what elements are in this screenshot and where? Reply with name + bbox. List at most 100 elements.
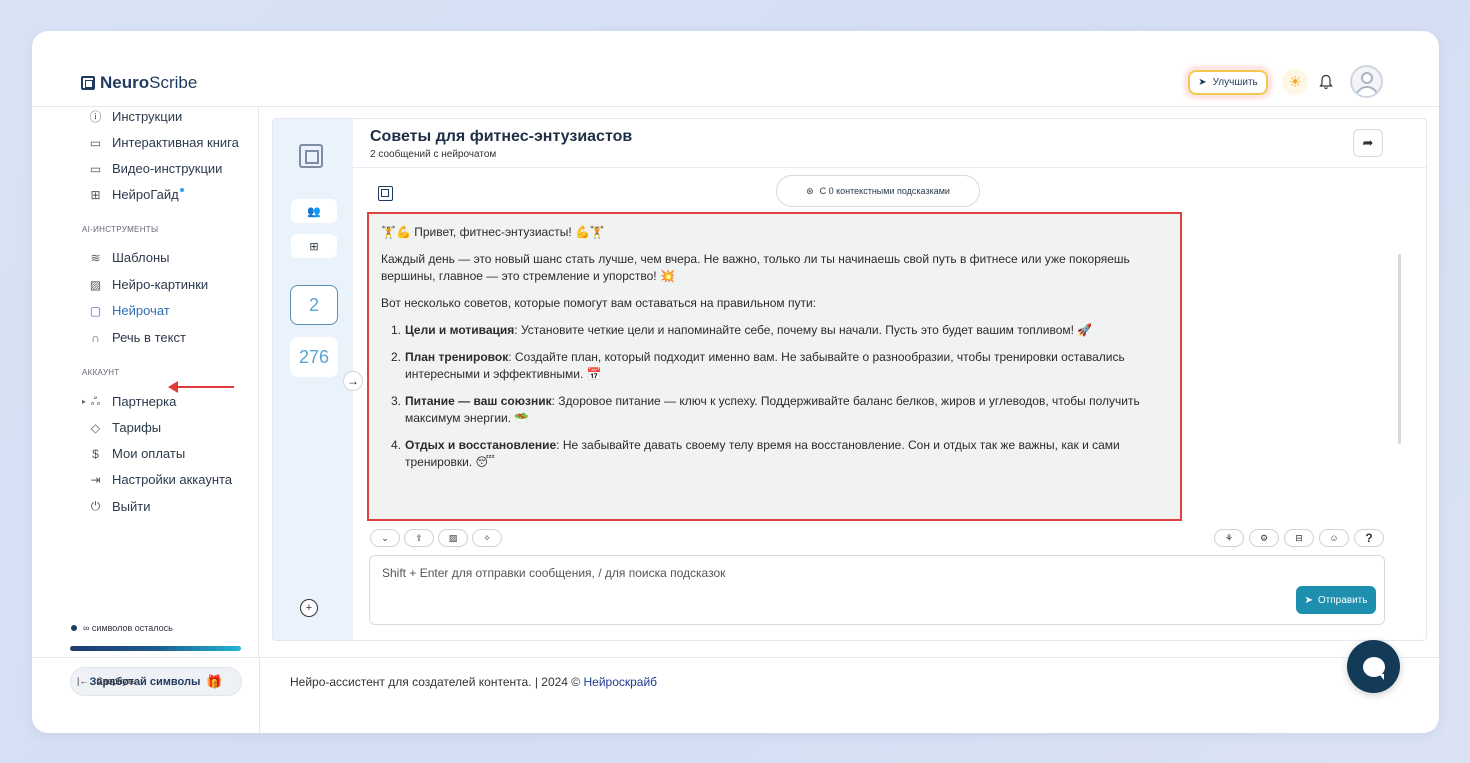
- share-button[interactable]: ➦: [1353, 129, 1383, 157]
- tip-title: Цели и мотивация: [405, 323, 515, 337]
- sidebar-item-label: Речь в текст: [112, 330, 186, 345]
- question-circle-icon: ⓘ: [89, 110, 102, 124]
- tips-list: 1. Цели и мотивация: Установите четкие ц…: [381, 322, 1166, 471]
- group-chat-button[interactable]: 👥: [291, 199, 337, 223]
- section-title-account: АККАУНТ: [82, 368, 120, 377]
- tip-title: План тренировок: [405, 350, 509, 364]
- sidebar-item-speech-to-text[interactable]: ∩ Речь в текст: [89, 330, 186, 345]
- footer-vertical-divider: [259, 657, 260, 733]
- sidebar-item-partner[interactable]: ▸ ஃ Партнерка: [82, 393, 177, 410]
- sidebar-item-video[interactable]: ▭ Видео-инструкции: [89, 161, 223, 176]
- footer-brand-link[interactable]: Нейроскрайб: [583, 675, 657, 689]
- tip-text: : Создайте план, который подходит именно…: [405, 350, 1125, 381]
- help-button[interactable]: ?: [1354, 529, 1384, 547]
- plugin-button[interactable]: ⚘: [1214, 529, 1244, 547]
- add-chat-button[interactable]: +: [300, 599, 318, 617]
- sidebar-item-tariffs[interactable]: ◇ Тарифы: [89, 420, 161, 435]
- composer-toolbar-left: ⌄ ⇪ ▨ ✧: [370, 529, 502, 547]
- avatar[interactable]: [1350, 65, 1383, 98]
- magic-button[interactable]: ✧: [472, 529, 502, 547]
- gear-icon: ⚙: [1259, 532, 1269, 543]
- collapse-icon: |←: [77, 676, 89, 686]
- plus-icon: +: [305, 602, 313, 614]
- list-number: 4.: [391, 438, 402, 452]
- sidebar-item-interactive-book[interactable]: ▭ Интерактивная книга: [89, 135, 239, 150]
- rocket-icon: ➤: [1198, 77, 1207, 88]
- support-chat-button[interactable]: [1347, 640, 1400, 693]
- list-number: 1.: [391, 323, 402, 337]
- chat-rail: 👥 ⊞ 2 276 +: [273, 119, 353, 640]
- annotation-arrow-head: [168, 381, 178, 393]
- rail-counter-chats[interactable]: 276: [290, 337, 338, 377]
- sidebar-item-logout[interactable]: ⏻ Выйти: [89, 499, 151, 514]
- sidebar-item-label: Нейрочат: [112, 303, 170, 318]
- bell-icon[interactable]: [1315, 71, 1337, 93]
- login-icon: ⇥: [90, 472, 101, 487]
- app-logo[interactable]: NeuroScribe: [81, 73, 197, 93]
- logo-icon: [299, 144, 323, 168]
- sidebar-item-label: Тарифы: [112, 420, 162, 435]
- sidebar-item-label: Мои оплаты: [112, 446, 186, 461]
- rail-counter-messages[interactable]: 2: [290, 285, 338, 325]
- sun-icon[interactable]: ☀: [1282, 69, 1308, 95]
- power-icon: ⏻: [90, 499, 101, 513]
- caret-right-icon: ▸: [82, 397, 87, 406]
- sidebar-item-label: Интерактивная книга: [112, 135, 239, 150]
- message-paragraph: Каждый день — это новый шанс стать лучше…: [381, 252, 1130, 283]
- sidebar-item-settings[interactable]: ⇥ Настройки аккаунта: [89, 472, 232, 487]
- sidebar-item-label: Шаблоны: [112, 250, 170, 265]
- symbols-remaining: ∞ символов осталось: [71, 623, 173, 633]
- puzzle-icon: ⚘: [1224, 532, 1234, 543]
- collapse-down-button[interactable]: ⌄: [370, 529, 400, 547]
- composer-toolbar-right: ⚘ ⚙ ⊟ ☺ ?: [1214, 529, 1384, 547]
- annotation-arrow: [172, 386, 234, 388]
- video-icon: ▭: [89, 161, 102, 176]
- scrollbar[interactable]: [1398, 254, 1401, 444]
- chat-title: Советы для фитнес-энтузиастов: [370, 128, 633, 145]
- list-item: 3. Питание — ваш союзник: Здоровое питан…: [391, 393, 1166, 427]
- list-item: 2. План тренировок: Создайте план, котор…: [391, 349, 1166, 383]
- users-icon: ஃ: [90, 393, 101, 408]
- logo-rest: Scribe: [149, 73, 198, 92]
- sidebar-item-templates[interactable]: ≋ Шаблоны: [89, 250, 170, 265]
- message-paragraph: Вот несколько советов, которые помогут в…: [381, 296, 816, 310]
- collapse-button[interactable]: |← Свернуть: [77, 676, 136, 686]
- chat-icon: ▢: [89, 303, 102, 318]
- chat-bubble-icon: [1362, 656, 1385, 680]
- footer-divider: [32, 657, 1439, 658]
- upload-button[interactable]: ⇪: [404, 529, 434, 547]
- upgrade-button[interactable]: ➤ Улучшить: [1188, 70, 1268, 95]
- image-icon: ▨: [448, 532, 458, 543]
- sidebar-item-payments[interactable]: $ Мои оплаты: [89, 446, 185, 461]
- dollar-icon: $: [92, 446, 99, 461]
- robot-icon: ☺: [1329, 533, 1339, 543]
- message-input[interactable]: [382, 566, 1082, 580]
- logo-icon: [81, 76, 95, 90]
- image-icon: ▨: [89, 277, 102, 292]
- tag-icon: ◇: [90, 420, 101, 435]
- message-greeting: 🏋️💪 Привет, фитнес-энтузиасты! 💪🏋️: [381, 225, 605, 239]
- bot-button[interactable]: ☺: [1319, 529, 1349, 547]
- send-label: Отправить: [1317, 594, 1368, 606]
- layers-icon: ≋: [90, 250, 101, 265]
- archive-button[interactable]: ⊟: [1284, 529, 1314, 547]
- sidebar-item-label: Выйти: [112, 499, 151, 514]
- logo-bold: Neuro: [100, 73, 150, 92]
- sidebar-item-neuro-images[interactable]: ▨ Нейро-картинки: [89, 277, 208, 292]
- chat-header: Советы для фитнес-энтузиастов 2 сообщени…: [370, 128, 632, 160]
- sidebar-item-label: Партнерка: [112, 394, 177, 409]
- expand-arrow-icon[interactable]: →: [343, 371, 363, 391]
- archive-icon: ⊟: [1295, 532, 1303, 543]
- context-hints-pill[interactable]: ⊛ С 0 контекстными подсказками: [776, 175, 980, 207]
- sidebar-item-instructions[interactable]: ⓘ Инструкции: [89, 109, 182, 124]
- sidebar-item-neurochat[interactable]: ▢ Нейрочат: [89, 303, 170, 318]
- send-button[interactable]: ➤ Отправить: [1296, 586, 1376, 614]
- image-button[interactable]: ▨: [438, 529, 468, 547]
- magic-wand-icon: ✧: [483, 532, 491, 543]
- grid-button[interactable]: ⊞: [291, 234, 337, 258]
- hints-label: С 0 контекстными подсказками: [819, 186, 950, 196]
- settings-button[interactable]: ⚙: [1249, 529, 1279, 547]
- sidebar-item-neuroguide[interactable]: ⊞ НейроГайд: [89, 187, 184, 202]
- sidebar-item-label: Видео-инструкции: [112, 161, 223, 176]
- footer-text: Нейро-ассистент для создателей контента.…: [290, 675, 657, 689]
